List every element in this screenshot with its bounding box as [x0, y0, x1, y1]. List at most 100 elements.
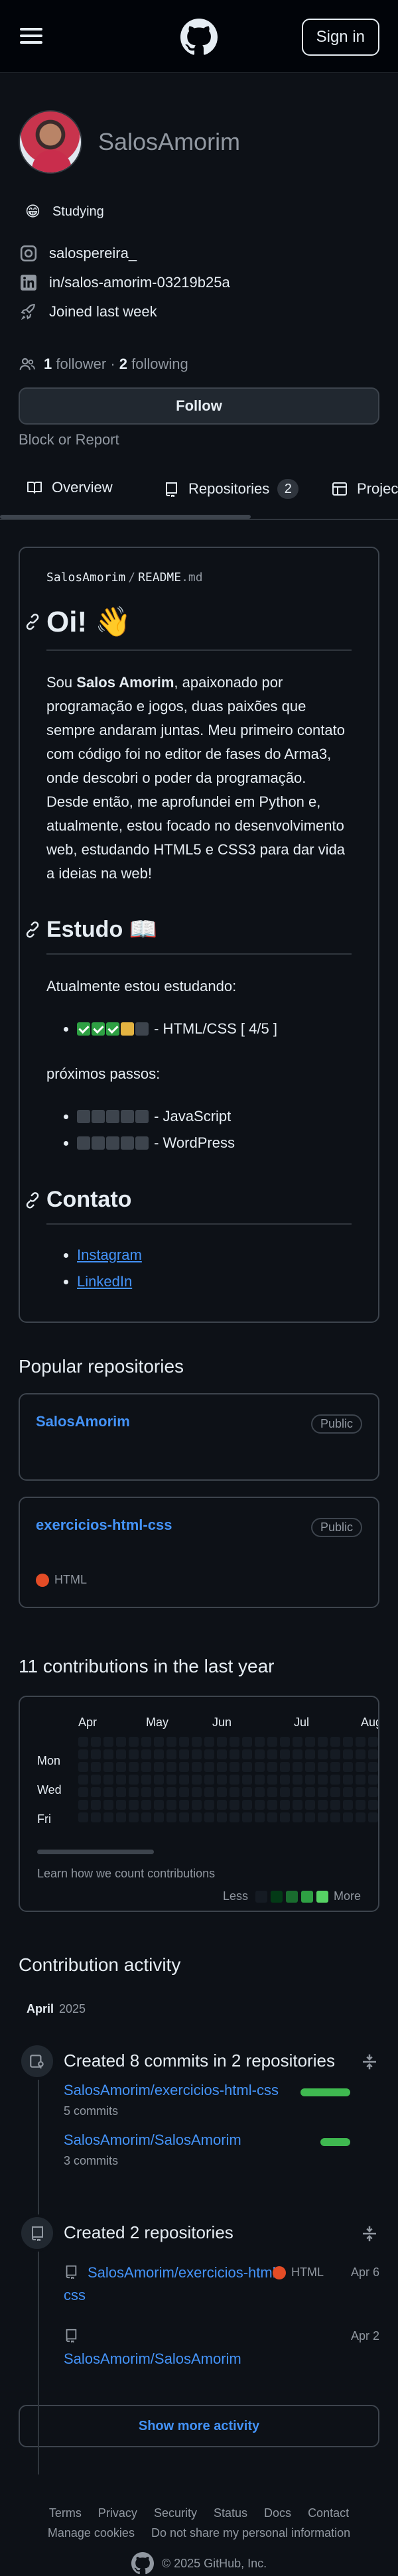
contribution-day-cell[interactable] — [166, 1762, 176, 1772]
contribution-day-cell[interactable] — [103, 1787, 113, 1797]
contribution-day-cell[interactable] — [255, 1812, 265, 1822]
contribution-day-cell[interactable] — [255, 1762, 265, 1772]
followers-link[interactable]: 1 follower — [44, 356, 106, 373]
contribution-day-cell[interactable] — [91, 1812, 101, 1822]
contribution-day-cell[interactable] — [330, 1775, 340, 1785]
contribution-day-cell[interactable] — [78, 1812, 88, 1822]
contribution-day-cell[interactable] — [267, 1787, 277, 1797]
contribution-day-cell[interactable] — [217, 1775, 227, 1785]
contribution-day-cell[interactable] — [141, 1749, 151, 1759]
link-anchor-icon[interactable] — [24, 613, 41, 630]
block-or-report-link[interactable]: Block or Report — [19, 431, 119, 448]
contribution-day-cell[interactable] — [318, 1749, 328, 1759]
contribution-day-cell[interactable] — [103, 1737, 113, 1747]
contribution-day-cell[interactable] — [91, 1775, 101, 1785]
learn-contributions-link[interactable]: Learn how we count contributions — [37, 1867, 215, 1881]
contribution-day-cell[interactable] — [293, 1737, 302, 1747]
contribution-day-cell[interactable] — [356, 1787, 365, 1797]
contribution-day-cell[interactable] — [129, 1800, 139, 1810]
contribution-day-cell[interactable] — [154, 1762, 164, 1772]
contribution-day-cell[interactable] — [116, 1800, 126, 1810]
contribution-day-cell[interactable] — [230, 1762, 239, 1772]
contribution-day-cell[interactable] — [267, 1800, 277, 1810]
contribution-day-cell[interactable] — [356, 1749, 365, 1759]
contribution-day-cell[interactable] — [154, 1812, 164, 1822]
contribution-day-cell[interactable] — [192, 1737, 202, 1747]
repo-link[interactable]: SalosAmorim — [36, 1413, 130, 1430]
contribution-day-cell[interactable] — [192, 1775, 202, 1785]
contribution-day-cell[interactable] — [217, 1762, 227, 1772]
contribution-day-cell[interactable] — [267, 1749, 277, 1759]
contribution-day-cell[interactable] — [103, 1800, 113, 1810]
contribution-day-cell[interactable] — [330, 1800, 340, 1810]
link-anchor-icon[interactable] — [24, 921, 41, 938]
contribution-day-cell[interactable] — [356, 1812, 365, 1822]
contribution-day-cell[interactable] — [166, 1749, 176, 1759]
contribution-day-cell[interactable] — [343, 1737, 353, 1747]
contribution-day-cell[interactable] — [166, 1812, 176, 1822]
linkedin-link[interactable]: in/salos-amorim-03219b25a — [19, 268, 379, 297]
contribution-day-cell[interactable] — [293, 1762, 302, 1772]
contribution-day-cell[interactable] — [116, 1787, 126, 1797]
contribution-day-cell[interactable] — [330, 1812, 340, 1822]
contribution-day-cell[interactable] — [280, 1775, 290, 1785]
contribution-day-cell[interactable] — [217, 1749, 227, 1759]
contribution-day-cell[interactable] — [255, 1737, 265, 1747]
contribution-day-cell[interactable] — [78, 1775, 88, 1785]
contribution-day-cell[interactable] — [204, 1800, 214, 1810]
contribution-day-cell[interactable] — [293, 1775, 302, 1785]
contribution-day-cell[interactable] — [204, 1775, 214, 1785]
contribution-day-cell[interactable] — [154, 1749, 164, 1759]
avatar[interactable] — [19, 110, 82, 174]
contribution-day-cell[interactable] — [242, 1762, 252, 1772]
instagram-link[interactable]: Instagram — [77, 1247, 142, 1263]
contribution-day-cell[interactable] — [293, 1800, 302, 1810]
contribution-day-cell[interactable] — [368, 1800, 378, 1810]
contribution-day-cell[interactable] — [217, 1787, 227, 1797]
contribution-day-cell[interactable] — [116, 1737, 126, 1747]
contribution-day-cell[interactable] — [267, 1762, 277, 1772]
contribution-day-cell[interactable] — [103, 1812, 113, 1822]
tab-projects[interactable]: Projects — [332, 459, 398, 519]
contribution-day-cell[interactable] — [129, 1812, 139, 1822]
contribution-day-cell[interactable] — [305, 1775, 315, 1785]
created-repo-link[interactable]: SalosAmorim/SalosAmorim — [64, 2325, 379, 2370]
tab-repositories[interactable]: Repositories 2 — [163, 459, 299, 519]
fold-icon[interactable] — [360, 2052, 379, 2072]
contribution-day-cell[interactable] — [116, 1762, 126, 1772]
contribution-day-cell[interactable] — [318, 1762, 328, 1772]
contribution-day-cell[interactable] — [330, 1787, 340, 1797]
contribution-day-cell[interactable] — [78, 1737, 88, 1747]
user-status[interactable]: 😁 Studying — [25, 203, 379, 220]
contribution-day-cell[interactable] — [103, 1762, 113, 1772]
contribution-day-cell[interactable] — [330, 1737, 340, 1747]
commit-count[interactable]: 5 commits — [64, 2104, 379, 2118]
contribution-day-cell[interactable] — [318, 1812, 328, 1822]
contribution-day-cell[interactable] — [318, 1775, 328, 1785]
contribution-day-cell[interactable] — [242, 1737, 252, 1747]
contribution-day-cell[interactable] — [255, 1800, 265, 1810]
contribution-day-cell[interactable] — [179, 1787, 189, 1797]
commit-count[interactable]: 3 commits — [64, 2154, 379, 2168]
menu-button[interactable] — [19, 23, 44, 48]
contribution-day-cell[interactable] — [129, 1762, 139, 1772]
contribution-day-cell[interactable] — [217, 1800, 227, 1810]
contribution-day-cell[interactable] — [192, 1787, 202, 1797]
footer-link-privacy[interactable]: Privacy — [98, 2506, 137, 2520]
sign-in-button[interactable]: Sign in — [301, 19, 379, 56]
contribution-day-cell[interactable] — [179, 1800, 189, 1810]
linkedin-readme-link[interactable]: LinkedIn — [77, 1273, 132, 1290]
contribution-day-cell[interactable] — [166, 1800, 176, 1810]
contribution-day-cell[interactable] — [305, 1749, 315, 1759]
contribution-day-cell[interactable] — [343, 1749, 353, 1759]
contribution-day-cell[interactable] — [368, 1737, 378, 1747]
contribution-day-cell[interactable] — [343, 1775, 353, 1785]
contribution-day-cell[interactable] — [179, 1812, 189, 1822]
readme-path-file[interactable]: README — [138, 571, 181, 584]
contribution-day-cell[interactable] — [305, 1787, 315, 1797]
footer-link-security[interactable]: Security — [154, 2506, 197, 2520]
contribution-day-cell[interactable] — [230, 1812, 239, 1822]
following-link[interactable]: 2 following — [119, 356, 188, 373]
contribution-day-cell[interactable] — [242, 1812, 252, 1822]
contribution-day-cell[interactable] — [204, 1787, 214, 1797]
